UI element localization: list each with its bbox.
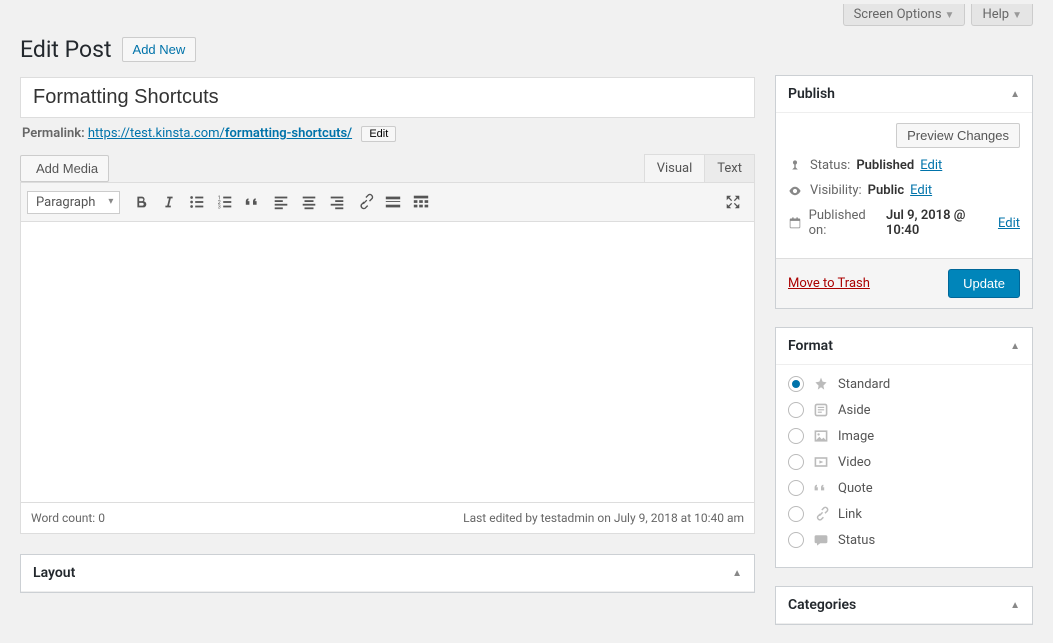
editor-content[interactable] bbox=[21, 222, 754, 502]
quote-icon bbox=[812, 479, 830, 497]
edit-permalink-button[interactable]: Edit bbox=[361, 126, 396, 142]
format-option-label: Link bbox=[838, 507, 862, 522]
edit-date-link[interactable]: Edit bbox=[998, 216, 1020, 231]
permalink-row: Permalink: https://test.kinsta.com/forma… bbox=[22, 126, 755, 142]
format-option-link[interactable]: Link bbox=[788, 505, 1020, 523]
pin-icon bbox=[788, 159, 804, 173]
categories-box-header[interactable]: Categories ▲ bbox=[776, 587, 1032, 624]
format-option-label: Quote bbox=[838, 481, 873, 496]
format-option-label: Aside bbox=[838, 403, 871, 418]
calendar-icon bbox=[788, 216, 803, 230]
post-title-input[interactable] bbox=[20, 77, 755, 118]
tab-visual[interactable]: Visual bbox=[644, 154, 706, 182]
edit-visibility-link[interactable]: Edit bbox=[910, 183, 932, 198]
help-button[interactable]: Help▼ bbox=[971, 4, 1033, 26]
format-option-quote[interactable]: Quote bbox=[788, 479, 1020, 497]
layout-box-header[interactable]: Layout ▲ bbox=[21, 555, 754, 592]
add-media-button[interactable]: Add Media bbox=[20, 155, 109, 182]
align-right-button[interactable] bbox=[324, 189, 350, 215]
publish-box: Publish ▲ Preview Changes Status: Publis… bbox=[775, 75, 1033, 309]
chevron-up-icon: ▲ bbox=[1010, 600, 1020, 611]
bold-button[interactable] bbox=[128, 189, 154, 215]
format-box-header[interactable]: Format ▲ bbox=[776, 328, 1032, 365]
preview-changes-button[interactable]: Preview Changes bbox=[896, 123, 1020, 148]
radio-icon bbox=[788, 506, 804, 522]
move-to-trash-link[interactable]: Move to Trash bbox=[788, 276, 870, 291]
layout-box: Layout ▲ bbox=[20, 554, 755, 593]
image-icon bbox=[812, 427, 830, 445]
toolbar-toggle-button[interactable] bbox=[408, 189, 434, 215]
align-left-button[interactable] bbox=[268, 189, 294, 215]
eye-icon bbox=[788, 184, 804, 198]
align-center-button[interactable] bbox=[296, 189, 322, 215]
publish-box-header[interactable]: Publish ▲ bbox=[776, 76, 1032, 113]
numbered-list-button[interactable]: 123 bbox=[212, 189, 238, 215]
blockquote-button[interactable] bbox=[240, 189, 266, 215]
link-button[interactable] bbox=[352, 189, 378, 215]
video-icon bbox=[812, 453, 830, 471]
edit-status-link[interactable]: Edit bbox=[920, 158, 942, 173]
read-more-button[interactable] bbox=[380, 189, 406, 215]
word-count: Word count: 0 bbox=[31, 511, 105, 525]
link-icon bbox=[812, 505, 830, 523]
chevron-up-icon: ▲ bbox=[732, 568, 742, 579]
radio-icon bbox=[788, 532, 804, 548]
format-option-aside[interactable]: Aside bbox=[788, 401, 1020, 419]
chevron-up-icon: ▲ bbox=[1010, 341, 1020, 352]
standard-icon bbox=[812, 375, 830, 393]
format-option-label: Status bbox=[838, 533, 875, 548]
radio-icon bbox=[788, 480, 804, 496]
svg-text:3: 3 bbox=[218, 204, 221, 210]
page-title: Edit Post bbox=[20, 36, 112, 63]
radio-icon bbox=[788, 402, 804, 418]
format-option-label: Video bbox=[838, 455, 871, 470]
fullscreen-button[interactable] bbox=[720, 189, 746, 215]
editor-box: Paragraph 123 Word count: 0 Last edited … bbox=[20, 182, 755, 534]
radio-icon bbox=[788, 454, 804, 470]
format-option-standard[interactable]: Standard bbox=[788, 375, 1020, 393]
screen-options-button[interactable]: Screen Options▼ bbox=[843, 4, 966, 26]
format-option-label: Image bbox=[838, 429, 874, 444]
format-box: Format ▲ Standard Aside Image Video Quote Lin… bbox=[775, 327, 1033, 568]
bulleted-list-button[interactable] bbox=[184, 189, 210, 215]
permalink-link[interactable]: https://test.kinsta.com/formatting-short… bbox=[88, 126, 352, 141]
radio-icon bbox=[788, 376, 804, 392]
last-edited: Last edited by testadmin on July 9, 2018… bbox=[463, 511, 744, 525]
categories-box: Categories ▲ bbox=[775, 586, 1033, 625]
aside-icon bbox=[812, 401, 830, 419]
italic-button[interactable] bbox=[156, 189, 182, 215]
status-icon bbox=[812, 531, 830, 549]
add-new-button[interactable]: Add New bbox=[122, 37, 197, 62]
chevron-up-icon: ▲ bbox=[1010, 89, 1020, 100]
format-option-status[interactable]: Status bbox=[788, 531, 1020, 549]
format-option-label: Standard bbox=[838, 377, 890, 392]
format-select[interactable]: Paragraph bbox=[27, 191, 120, 214]
format-option-image[interactable]: Image bbox=[788, 427, 1020, 445]
tab-text[interactable]: Text bbox=[704, 154, 755, 182]
format-option-video[interactable]: Video bbox=[788, 453, 1020, 471]
update-button[interactable]: Update bbox=[948, 269, 1020, 298]
radio-icon bbox=[788, 428, 804, 444]
